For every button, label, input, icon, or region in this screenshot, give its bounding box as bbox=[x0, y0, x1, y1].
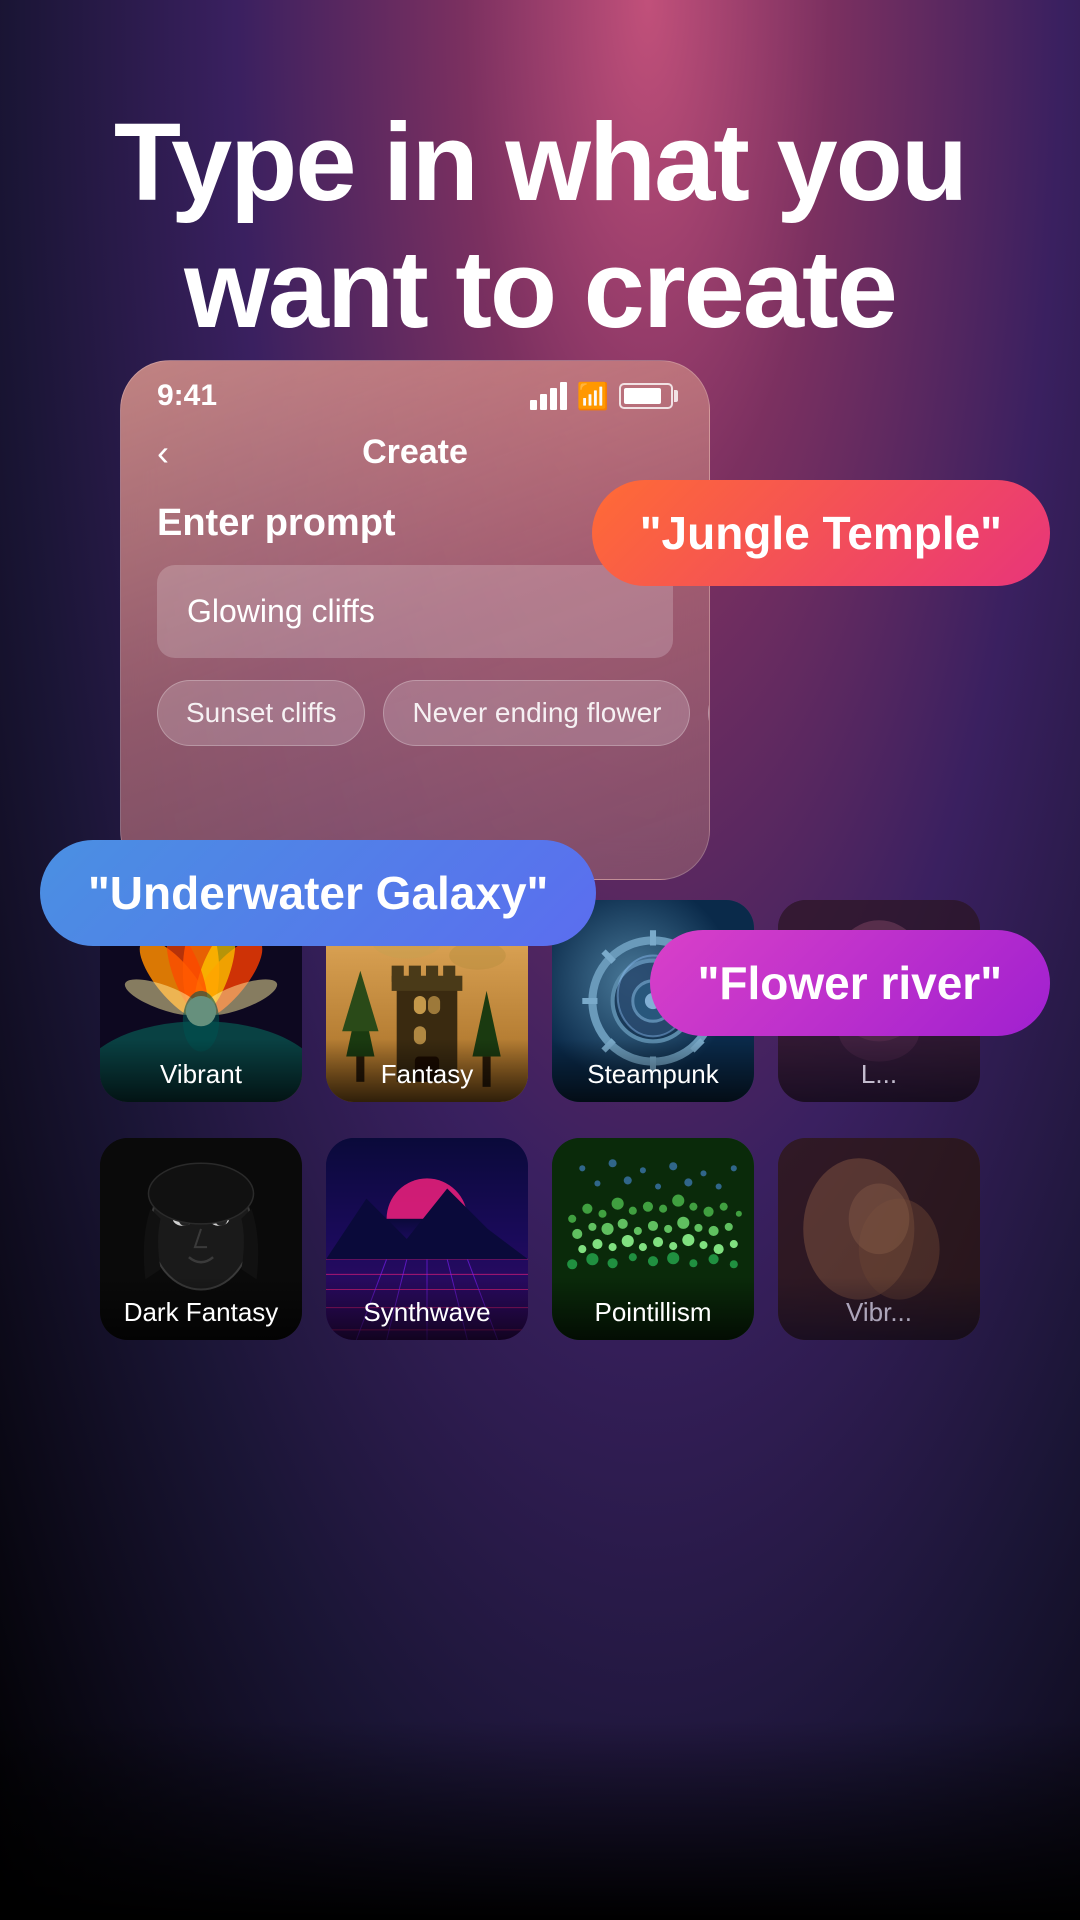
grid-item-dark-fantasy-label: Dark Fantasy bbox=[100, 1277, 302, 1340]
grid-item-fantasy-label: Fantasy bbox=[326, 1039, 528, 1102]
chip-fire[interactable]: Fire an... bbox=[708, 680, 709, 746]
battery-fill bbox=[624, 388, 661, 404]
bubble-flower-river: "Flower river" bbox=[650, 930, 1050, 1036]
grid-item-vibrant-label: Vibrant bbox=[100, 1039, 302, 1102]
hero-section: Type in what you want to create bbox=[0, 100, 1080, 353]
wifi-icon: 📶 bbox=[577, 381, 609, 412]
grid-item-pointillism-label: Pointillism bbox=[552, 1277, 754, 1340]
grid-item-dark-fantasy[interactable]: Dark Fantasy bbox=[100, 1138, 302, 1340]
grid-item-vibrant2-label: Vibr... bbox=[778, 1277, 980, 1340]
bubble-jungle-temple: "Jungle Temple" bbox=[592, 480, 1050, 586]
nav-bar: ‹ Create bbox=[121, 423, 709, 482]
signal-icon bbox=[530, 382, 567, 410]
nav-title: Create bbox=[362, 433, 468, 472]
battery-icon bbox=[619, 383, 673, 409]
grid-item-pointillism[interactable]: Pointillism bbox=[552, 1138, 754, 1340]
phone-mockup: 9:41 📶 ‹ Create Enter prompt Glowing cli… bbox=[120, 360, 710, 880]
grid-row-2: Dark Fantasy bbox=[100, 1138, 980, 1340]
chip-sunset[interactable]: Sunset cliffs bbox=[157, 680, 365, 746]
chip-flower[interactable]: Never ending flower bbox=[383, 680, 690, 746]
grid-item-vibrant2[interactable]: Vibr... bbox=[778, 1138, 980, 1340]
back-button[interactable]: ‹ bbox=[157, 432, 169, 474]
status-icons: 📶 bbox=[530, 381, 673, 412]
grid-item-synthwave[interactable]: Synthwave bbox=[326, 1138, 528, 1340]
grid-item-4-label: L... bbox=[778, 1039, 980, 1102]
prompt-input[interactable]: Glowing cliffs bbox=[157, 565, 673, 658]
status-bar: 9:41 📶 bbox=[121, 361, 709, 423]
hero-title: Type in what you want to create bbox=[80, 100, 1000, 353]
bottom-fade bbox=[0, 1720, 1080, 1920]
grid-item-synthwave-label: Synthwave bbox=[326, 1277, 528, 1340]
bubble-underwater-galaxy: "Underwater Galaxy" bbox=[40, 840, 596, 946]
grid-item-steampunk-label: Steampunk bbox=[552, 1039, 754, 1102]
status-time: 9:41 bbox=[157, 379, 217, 413]
chips-row: Sunset cliffs Never ending flower Fire a… bbox=[121, 658, 709, 746]
